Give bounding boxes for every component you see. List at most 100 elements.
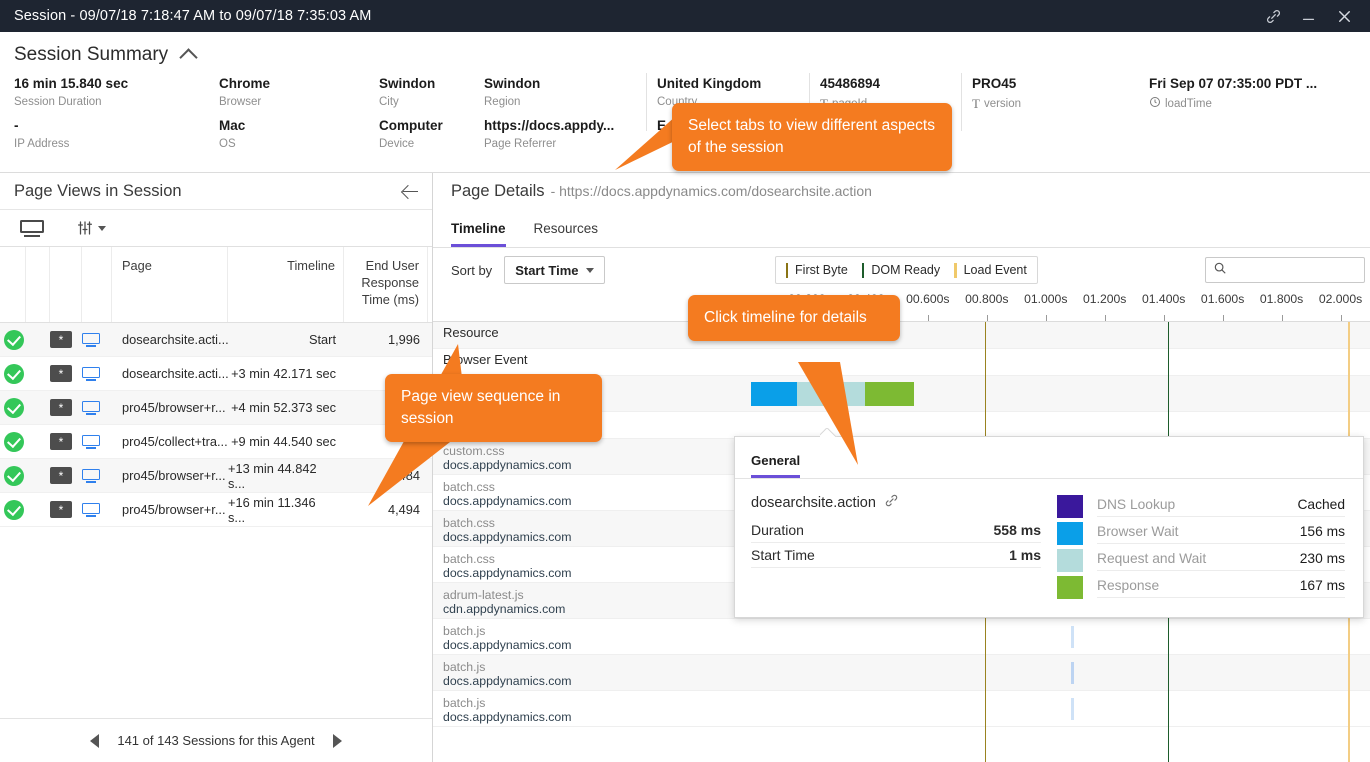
callout-text: Select tabs to view different aspects of… [688, 117, 935, 156]
popup-general-info: dosearchsite.action Duration 558 ms Star… [751, 493, 1041, 601]
window-controls [1265, 7, 1360, 26]
minimize-icon[interactable] [1300, 8, 1317, 25]
timeline-resource-row[interactable]: batch.js docs.appdynamics.com [433, 655, 1370, 691]
axis-tick-label: 01.600s [1200, 292, 1245, 306]
field-value: - [14, 118, 19, 133]
col-page[interactable]: Page [112, 247, 228, 322]
popup-phase-breakdown: DNS Lookup Cached Browser Wait 156 ms Requ… [1041, 493, 1345, 601]
link-icon[interactable] [1265, 8, 1282, 25]
col-end-user-response-time[interactable]: End User Response Time (ms) [344, 247, 428, 322]
timeline-resource-row[interactable]: batch.js docs.appdynamics.com [433, 619, 1370, 655]
resource-file-name: adrum-latest.js [443, 588, 524, 602]
field-value: United Kingdom [657, 76, 762, 91]
field-label: Session Duration [14, 96, 102, 108]
resource-file-name: batch.js [443, 696, 486, 710]
popup-phase-response: Response 167 ms [1057, 574, 1345, 601]
monitor-icon[interactable] [20, 219, 44, 237]
legend-item-load-event: Load Event [954, 262, 1027, 278]
caret-down-icon [98, 225, 106, 231]
window-title-bar: Session - 09/07/18 7:18:47 AM to 09/07/1… [0, 0, 1370, 32]
resource-host: docs.appdynamics.com [443, 638, 572, 652]
col-timeline[interactable]: Timeline [228, 247, 344, 322]
search-input[interactable] [1233, 263, 1357, 277]
phase-value: 230 ms [1299, 550, 1345, 566]
summary-field-city: Swindon City [379, 76, 484, 118]
legend-swatch [785, 262, 789, 278]
device-icon [82, 323, 112, 356]
popup-resource-name: dosearchsite.action [751, 494, 876, 511]
summary-field-session-duration: 16 min 15.840 sec Session Duration [14, 76, 219, 118]
cell-page: pro45/browser+r... [122, 468, 226, 483]
axis-tick-label: 00.800s [965, 292, 1009, 306]
status-badge [0, 323, 26, 356]
flag-icon: * [50, 459, 82, 492]
cell-timeline: +4 min 52.373 sec [231, 400, 336, 415]
search-box[interactable] [1205, 257, 1365, 283]
phase-swatch [1057, 495, 1083, 518]
legend-item-first-byte: First Byte [785, 262, 848, 278]
timeline-section-header: Resource [433, 322, 1370, 349]
page-details-url: - https://docs.appdynamics.com/dosearchs… [550, 183, 872, 199]
col-device [82, 247, 112, 322]
phase-value: 156 ms [1299, 523, 1345, 539]
page-views-toolbar [0, 209, 432, 247]
field-label: Device [379, 138, 415, 150]
phase-swatch [1057, 549, 1083, 572]
flag-icon: * [50, 391, 82, 424]
axis-tick-mark [1163, 315, 1165, 321]
resource-file-name: batch.css [443, 552, 495, 566]
session-summary-header[interactable]: Session Summary [14, 44, 1370, 67]
resource-file-name: batch.css [443, 516, 495, 530]
timeline-resource-bar[interactable] [1070, 698, 1074, 720]
page-views-table-header: Page Timeline End User Response Time (ms… [0, 247, 432, 323]
next-arrow-icon[interactable] [332, 733, 342, 748]
callout-tabs: Select tabs to view different aspects of… [672, 103, 952, 171]
resource-name-cell: adrum-latest.js cdn.appdynamics.com [433, 583, 751, 618]
popup-field-start-time: Start Time 1 ms [751, 543, 1041, 568]
col-spacer [26, 247, 50, 322]
popup-body: dosearchsite.action Duration 558 ms Star… [735, 479, 1363, 617]
pagination-label: 141 of 143 Sessions for this Agent [117, 733, 315, 748]
resource-name-cell: batch.js docs.appdynamics.com [433, 691, 751, 726]
page-details-title: Page Details [451, 181, 545, 200]
resource-file-name: Browser Event [443, 352, 528, 367]
link-icon[interactable] [884, 493, 899, 512]
field-label: City [379, 96, 399, 108]
close-icon[interactable] [1335, 7, 1354, 26]
status-badge [0, 493, 26, 526]
timeline-resource-bar[interactable] [1070, 626, 1074, 648]
arrow-left-icon[interactable] [403, 184, 418, 199]
row-spacer [26, 391, 50, 424]
row-spacer [26, 323, 50, 356]
search-icon [1213, 261, 1227, 280]
timeline-resource-bar[interactable] [1070, 662, 1074, 684]
col-status [0, 247, 26, 322]
cell-page: pro45/browser+r... [122, 502, 226, 517]
page-details-header: Page Details - https://docs.appdynamics.… [433, 173, 1370, 209]
row-spacer [26, 493, 50, 526]
summary-field-os: Mac OS [219, 118, 379, 160]
phase-name: Request and Wait [1097, 550, 1207, 566]
field-value: Swindon [484, 76, 541, 91]
resource-host: docs.appdynamics.com [443, 458, 572, 472]
field-value: Computer [379, 118, 443, 133]
prev-arrow-icon[interactable] [90, 733, 100, 748]
timeline-resource-row[interactable]: batch.js docs.appdynamics.com [433, 691, 1370, 727]
row-spacer [26, 459, 50, 492]
sort-by-select[interactable]: Start Time [504, 256, 605, 284]
window-title: Session - 09/07/18 7:18:47 AM to 09/07/1… [14, 8, 372, 24]
axis-tick-label: 01.800s [1259, 292, 1304, 306]
row-spacer [26, 425, 50, 458]
axis-tick-label: 01.200s [1083, 292, 1127, 306]
tab-resources[interactable]: Resources [534, 221, 599, 247]
check-icon [4, 363, 24, 384]
flag-icon: * [50, 357, 82, 390]
resource-file-name: batch.js [443, 660, 486, 674]
chevron-up-icon[interactable] [179, 47, 198, 67]
status-badge [0, 391, 26, 424]
flag-icon: * [50, 493, 82, 526]
legend-swatch [861, 262, 865, 278]
filter-settings-icon[interactable] [76, 219, 106, 237]
status-badge [0, 425, 26, 458]
tab-timeline[interactable]: Timeline [451, 221, 506, 247]
